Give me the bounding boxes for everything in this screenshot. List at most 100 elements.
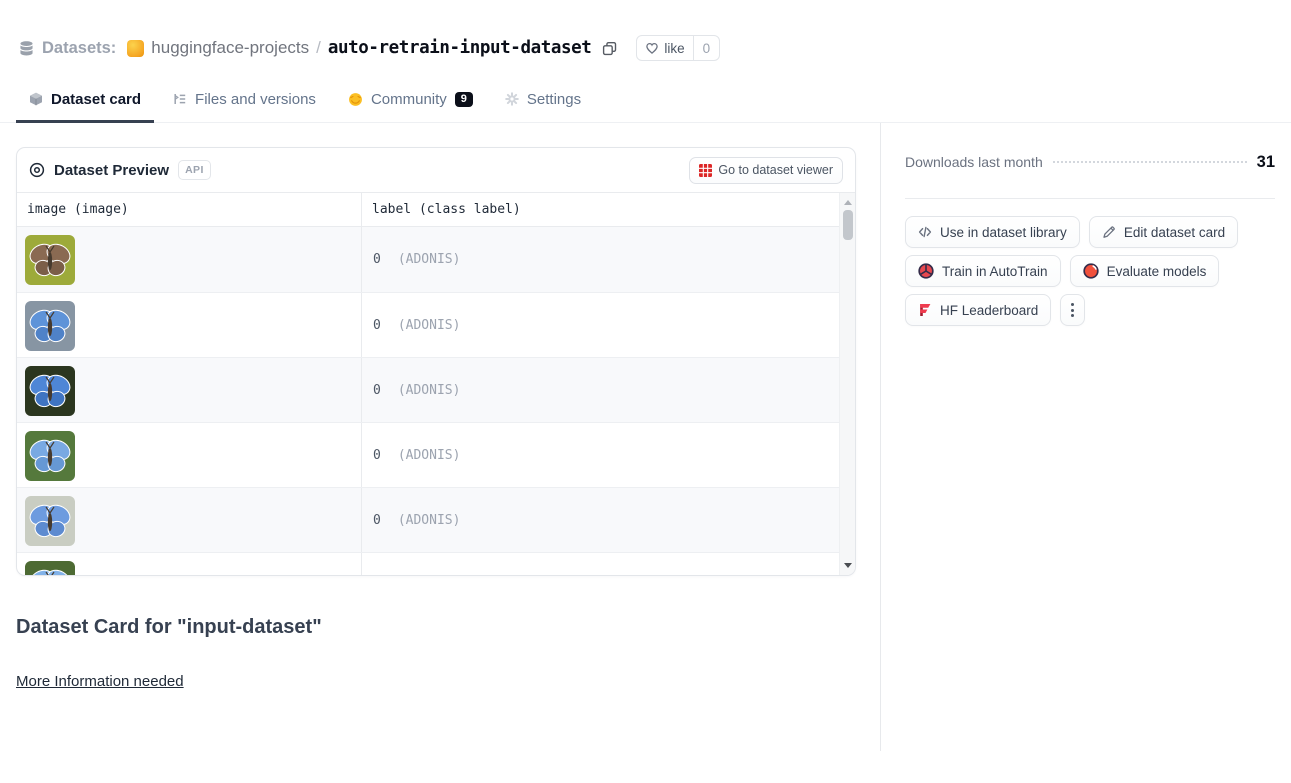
tab-files-and-versions[interactable]: Files and versions [160,76,329,122]
viewer-button-label: Go to dataset viewer [718,163,833,177]
image-cell [17,553,361,576]
like-label: like [664,41,684,56]
dataset-card-heading: Dataset Card for "input-dataset" [16,616,856,639]
sidebar: Downloads last month 31 Use in dataset l… [881,123,1291,751]
community-icon [348,92,363,107]
scroll-down-arrow[interactable] [840,558,856,572]
table-row: 0 (ADONIS) [17,422,839,487]
table-row [17,552,839,576]
column-header-label: label (class label) [361,193,839,226]
scroll-up-arrow[interactable] [840,195,856,209]
label-name: (ADONIS) [398,448,461,463]
preview-title: Dataset Preview [54,162,169,179]
dataset-preview-card: Dataset Preview API Go to dataset viewer… [16,147,856,576]
use-in-dataset-library-button[interactable]: Use in dataset library [905,216,1080,248]
butterfly-image[interactable] [25,235,75,285]
label-cell [361,553,839,576]
label-name: (ADONIS) [398,318,461,333]
edit-dataset-card-button[interactable]: Edit dataset card [1089,216,1238,248]
label-name: (ADONIS) [398,252,461,267]
tab-label: Community [371,91,447,108]
hf-leaderboard-button[interactable]: HF Leaderboard [905,294,1051,326]
downloads-label: Downloads last month [905,154,1043,170]
table-row: 0 (ADONIS) [17,292,839,357]
label-value: 0 [373,513,381,528]
label-value: 0 [373,318,381,333]
button-label: Evaluate models [1107,264,1207,279]
tab-settings[interactable]: Settings [492,76,594,122]
butterfly-image[interactable] [25,496,75,546]
tab-dataset-card[interactable]: Dataset card [16,76,154,122]
breadcrumb: Datasets: huggingface-projects / auto-re… [18,33,1275,63]
like-button-group: like 0 [636,35,720,61]
leaderboard-flag-icon [918,303,932,317]
butterfly-image[interactable] [25,431,75,481]
label-cell: 0 (ADONIS) [361,423,839,487]
pencil-icon [1102,225,1116,239]
content-area: Dataset Preview API Go to dataset viewer… [0,123,1291,751]
org-avatar[interactable] [127,40,144,57]
label-value: 0 [373,448,381,463]
button-label: Use in dataset library [940,225,1067,240]
code-icon [918,225,932,239]
table-row: 0(ADONIS) [17,487,839,552]
table-body: 0(ADONIS)0(ADONIS)0(ADONIS)0(ADONIS)0(AD… [17,227,839,576]
action-buttons: Use in dataset library Edit dataset card… [905,216,1275,326]
gear-icon [505,92,519,106]
button-label: Edit dataset card [1124,225,1225,240]
table-scrollbar[interactable] [839,193,855,575]
button-label: HF Leaderboard [940,303,1038,318]
page-header: Datasets: huggingface-projects / auto-re… [0,33,1291,123]
label-cell: 0 (ADONIS) [361,358,839,422]
image-cell [17,227,361,292]
image-cell [17,293,361,357]
image-cell [17,488,361,552]
preview-card-header: Dataset Preview API Go to dataset viewer [17,148,855,193]
label-cell: 0 (ADONIS) [361,227,839,292]
button-label: Train in AutoTrain [942,264,1048,279]
like-button[interactable]: like [637,36,692,60]
tab-community[interactable]: Community 9 [335,76,486,122]
cube-icon [29,92,43,106]
tab-label: Dataset card [51,91,141,108]
main-column: Dataset Preview API Go to dataset viewer… [0,123,881,751]
label-value: 0 [373,383,381,398]
sidebar-divider [905,198,1275,199]
org-link[interactable]: huggingface-projects [151,38,309,58]
path-separator: / [316,38,321,58]
evaluate-models-button[interactable]: Evaluate models [1070,255,1220,287]
butterfly-image[interactable] [25,561,75,576]
copy-name-button[interactable] [600,39,619,58]
butterfly-image[interactable] [25,366,75,416]
tab-label: Files and versions [195,91,316,108]
kebab-icon [1071,303,1074,317]
image-cell [17,423,361,487]
butterfly-image[interactable] [25,301,75,351]
image-cell [17,358,361,422]
label-name: (ADONIS) [398,383,461,398]
dataset-name: auto-retrain-input-dataset [328,38,592,58]
go-to-dataset-viewer-button[interactable]: Go to dataset viewer [689,157,843,184]
table-header-row: image (image) label (class label) [17,193,839,227]
versions-icon [173,92,187,106]
label-cell: 0(ADONIS) [361,488,839,552]
label-value: 0 [373,252,381,267]
column-header-image: image (image) [17,193,361,226]
label-cell: 0 (ADONIS) [361,293,839,357]
preview-table: image (image) label (class label) 0 (ADON… [17,193,839,576]
dotted-leader [1053,161,1247,163]
more-information-link[interactable]: More Information needed [16,673,184,690]
community-count-badge: 9 [455,92,473,107]
copy-icon [602,41,617,56]
tab-label: Settings [527,91,581,108]
api-badge[interactable]: API [178,160,211,180]
train-in-autotrain-button[interactable]: Train in AutoTrain [905,255,1061,287]
table-row: 0 (ADONIS) [17,227,839,292]
grid-icon [699,164,712,177]
autotrain-icon [918,263,934,279]
more-actions-button[interactable] [1060,294,1085,326]
like-count[interactable]: 0 [693,36,720,60]
evaluate-icon [1083,263,1099,279]
scrollbar-thumb[interactable] [843,210,853,240]
datasets-label: Datasets: [42,39,116,58]
